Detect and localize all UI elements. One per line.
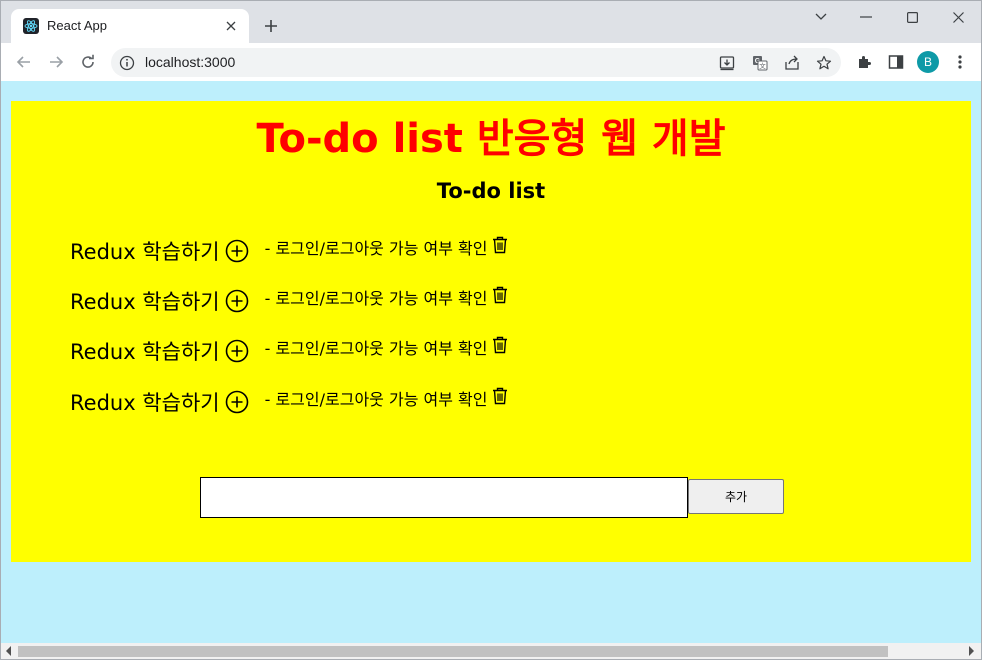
list-item: Redux 학습하기 - 로그인/로그아웃 가능 여부 확인 [70,386,508,418]
list-heading: To-do list [436,179,546,203]
minimize-icon[interactable] [843,5,889,29]
scrollbar-thumb[interactable] [18,646,888,657]
extensions-icon[interactable] [854,52,874,72]
plus-icon[interactable] [261,16,281,36]
address-bar[interactable]: localhost:3000 G文 [111,48,841,77]
todo-title: Redux 학습하기 [70,240,220,264]
horizontal-scrollbar[interactable] [1,643,981,659]
todo-title: Redux 학습하기 [70,290,220,314]
todo-description: - 로그인/로그아웃 가능 여부 확인 [264,339,488,358]
back-icon[interactable] [12,50,36,74]
close-icon[interactable] [935,5,981,29]
kebab-menu-icon[interactable] [950,52,970,72]
tab-title: React App [47,18,107,33]
add-circle-icon[interactable] [225,239,249,263]
trash-icon[interactable] [492,336,508,354]
svg-text:文: 文 [759,61,766,70]
list-item: Redux 학습하기 - 로그인/로그아웃 가능 여부 확인 [70,235,508,267]
todo-title: Redux 학습하기 [70,391,220,415]
star-icon[interactable] [814,53,834,73]
add-circle-icon[interactable] [225,339,249,363]
todo-description: - 로그인/로그아웃 가능 여부 확인 [264,239,488,258]
todo-input[interactable] [200,477,688,518]
react-favicon [23,18,39,34]
close-icon[interactable] [221,16,241,36]
list-item: Redux 학습하기 - 로그인/로그아웃 가능 여부 확인 [70,285,508,317]
page-viewport: To-do list 반응형 웹 개발 To-do list Redux 학습하… [1,81,981,643]
avatar[interactable]: B [917,51,939,73]
todo-app: To-do list 반응형 웹 개발 To-do list Redux 학습하… [11,101,971,562]
side-panel-icon[interactable] [886,52,906,72]
todo-title: Redux 학습하기 [70,340,220,364]
forward-icon[interactable] [44,50,68,74]
url-text[interactable]: localhost:3000 [145,54,235,70]
scroll-left-icon[interactable] [6,646,11,656]
scroll-right-icon[interactable] [969,646,974,656]
trash-icon[interactable] [492,236,508,254]
share-icon[interactable] [782,53,802,73]
tab-react-app[interactable]: React App [11,9,249,43]
tab-bar: React App [1,1,981,43]
maximize-icon[interactable] [889,5,935,29]
trash-icon[interactable] [492,286,508,304]
add-button[interactable]: 추가 [688,479,784,514]
reload-icon[interactable] [76,50,100,74]
todo-description: - 로그인/로그아웃 가능 여부 확인 [264,390,488,409]
add-circle-icon[interactable] [225,390,249,414]
list-item: Redux 학습하기 - 로그인/로그아웃 가능 여부 확인 [70,335,508,367]
browser-window: React App localhost:3000 G 文 B To-do lis… [0,0,982,660]
info-icon[interactable] [119,55,135,71]
install-icon[interactable] [717,53,737,73]
todo-description: - 로그인/로그아웃 가능 여부 확인 [264,289,488,308]
page-title: To-do list 반응형 웹 개발 [256,116,726,162]
browser-toolbar: localhost:3000 G文 B [1,43,981,81]
trash-icon[interactable] [492,387,508,405]
translate-icon[interactable]: G文 [750,53,770,73]
add-circle-icon[interactable] [225,289,249,313]
chevron-down-icon[interactable] [798,5,844,29]
